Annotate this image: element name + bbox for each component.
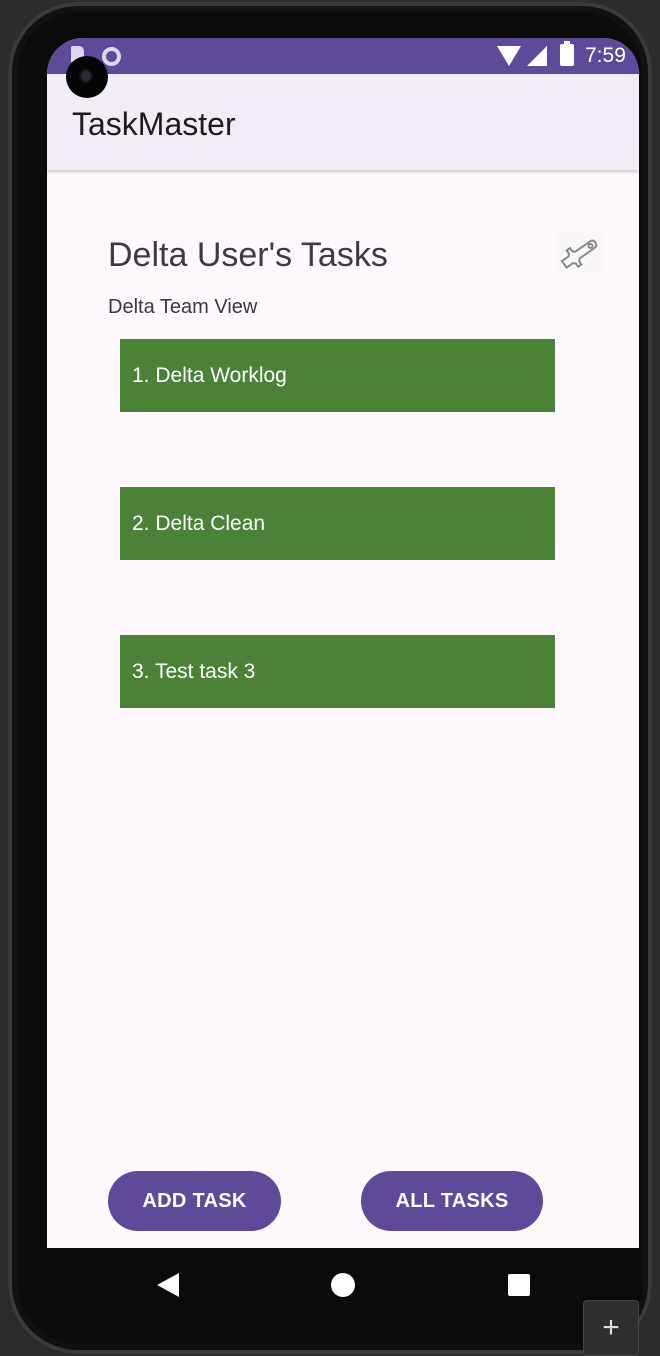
settings-button[interactable] xyxy=(555,230,603,278)
signal-icon xyxy=(527,46,547,66)
app-title: TaskMaster xyxy=(72,106,236,142)
home-icon[interactable] xyxy=(331,1273,355,1297)
battery-icon xyxy=(560,41,574,66)
add-task-button[interactable]: ADD TASK xyxy=(108,1171,281,1231)
wifi-icon xyxy=(497,46,521,66)
task-item-test-task-3[interactable]: 3. Test task 3 xyxy=(120,635,555,708)
back-icon[interactable] xyxy=(157,1273,179,1297)
status-time: 7:59 xyxy=(585,44,626,67)
task-item-delta-worklog[interactable]: 1. Delta Worklog xyxy=(120,339,555,412)
status-bar: 7:59 xyxy=(47,38,639,74)
team-view-label: Delta Team View xyxy=(108,296,258,318)
plus-icon[interactable]: + xyxy=(583,1300,639,1356)
task-item-delta-clean[interactable]: 2. Delta Clean xyxy=(120,487,555,560)
phone-frame: 7:59 TaskMaster Delta User's Tasks Delta… xyxy=(8,2,652,1354)
recents-icon[interactable] xyxy=(508,1274,530,1296)
app-bar: TaskMaster xyxy=(47,74,639,170)
app-screen: 7:59 TaskMaster Delta User's Tasks Delta… xyxy=(47,38,639,1248)
task-list: 1. Delta Worklog 2. Delta Clean 3. Test … xyxy=(120,339,555,783)
all-tasks-button[interactable]: ALL TASKS xyxy=(361,1171,543,1231)
front-camera xyxy=(66,56,108,98)
wrench-icon xyxy=(560,239,598,269)
notification-dot-icon xyxy=(102,47,121,66)
page-title: Delta User's Tasks xyxy=(108,236,388,274)
